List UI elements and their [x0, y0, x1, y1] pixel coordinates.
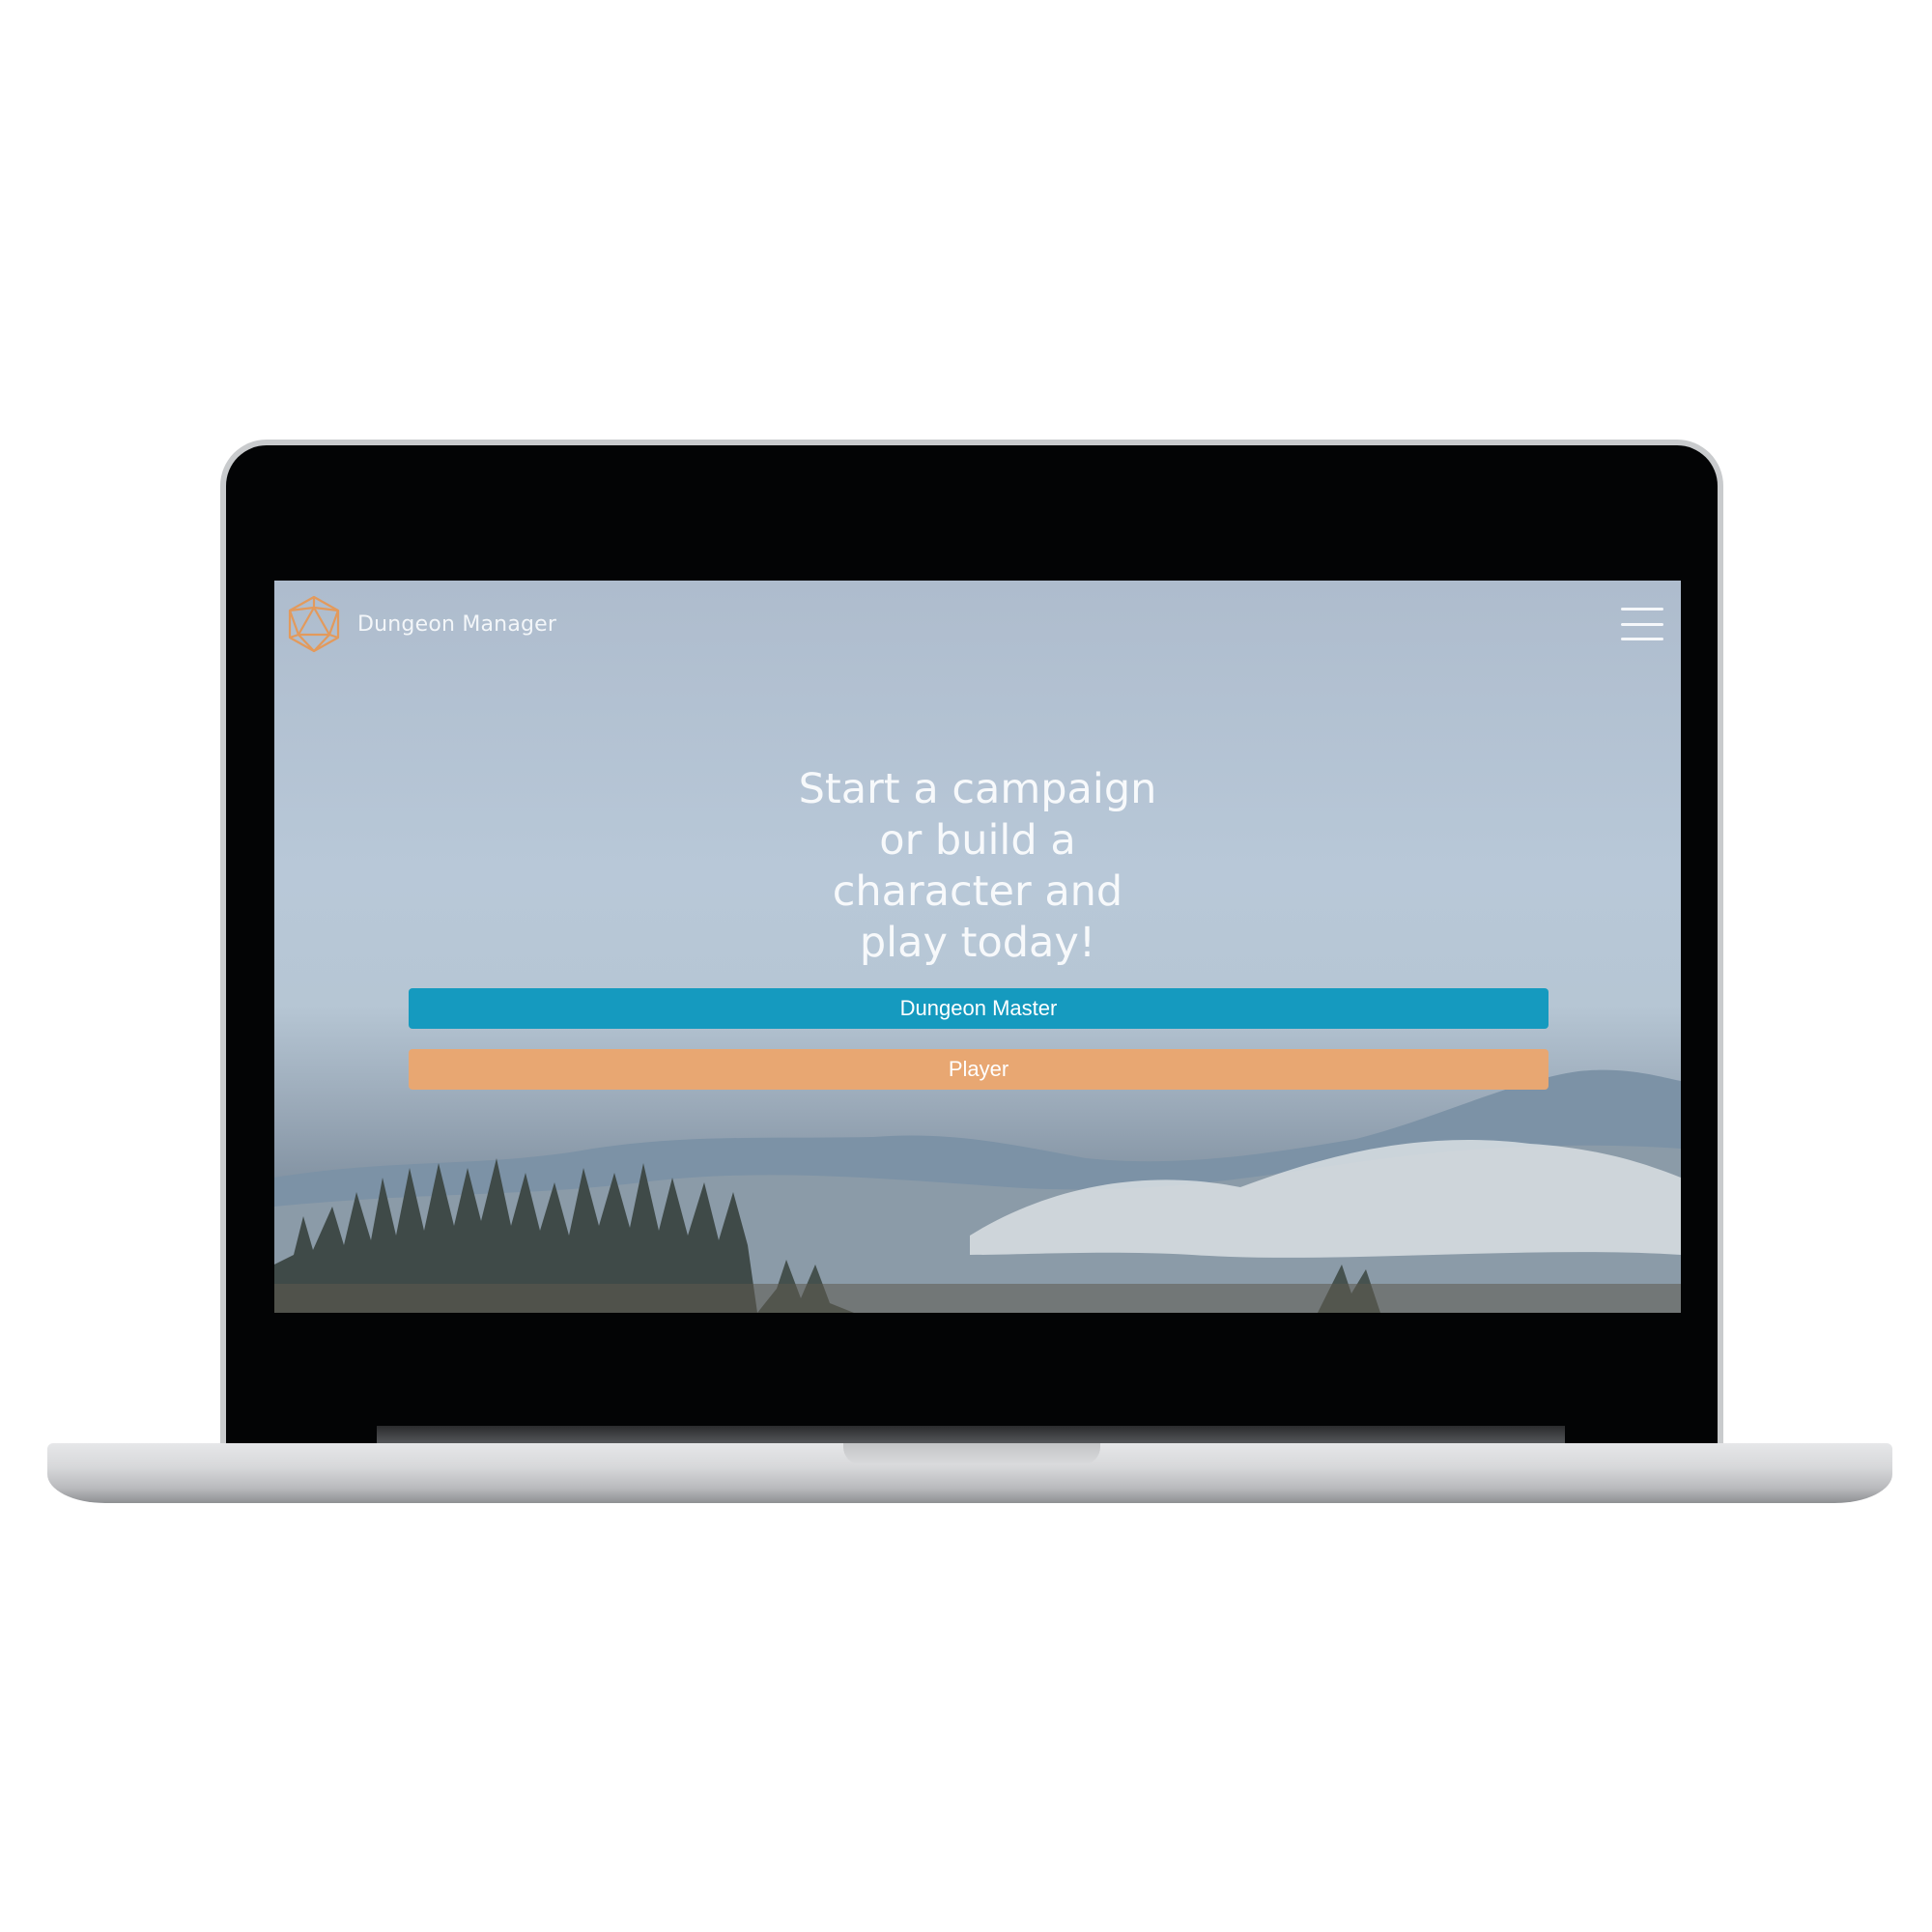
top-navigation-bar: Dungeon Manager	[274, 581, 1681, 669]
player-button[interactable]: Player	[409, 1049, 1548, 1090]
hamburger-menu-icon-bar-bottom	[1621, 638, 1663, 640]
brand[interactable]: Dungeon Manager	[286, 594, 556, 654]
app-screen: Dungeon Manager Start a campaign or buil…	[274, 581, 1681, 1313]
d20-icon	[288, 595, 340, 653]
dungeon-master-button[interactable]: Dungeon Master	[409, 988, 1548, 1029]
laptop-lid: Dungeon Manager Start a campaign or buil…	[220, 440, 1723, 1454]
laptop-bezel: Dungeon Manager Start a campaign or buil…	[226, 445, 1718, 1454]
hero-title-line: play today!	[859, 919, 1096, 967]
brand-name: Dungeon Manager	[357, 611, 557, 637]
laptop-hinge	[377, 1426, 1565, 1443]
hero-title-line: character and	[832, 867, 1123, 916]
hero-title-line: Start a campaign	[798, 765, 1157, 813]
laptop-thumb-notch	[843, 1443, 1100, 1464]
hero-title: Start a campaign or build a character an…	[784, 764, 1171, 969]
menu-button[interactable]	[1621, 608, 1663, 640]
hamburger-menu-icon-bar-middle	[1621, 622, 1663, 626]
hero-title-line: or build a	[879, 816, 1076, 865]
hamburger-menu-icon	[1621, 608, 1663, 611]
